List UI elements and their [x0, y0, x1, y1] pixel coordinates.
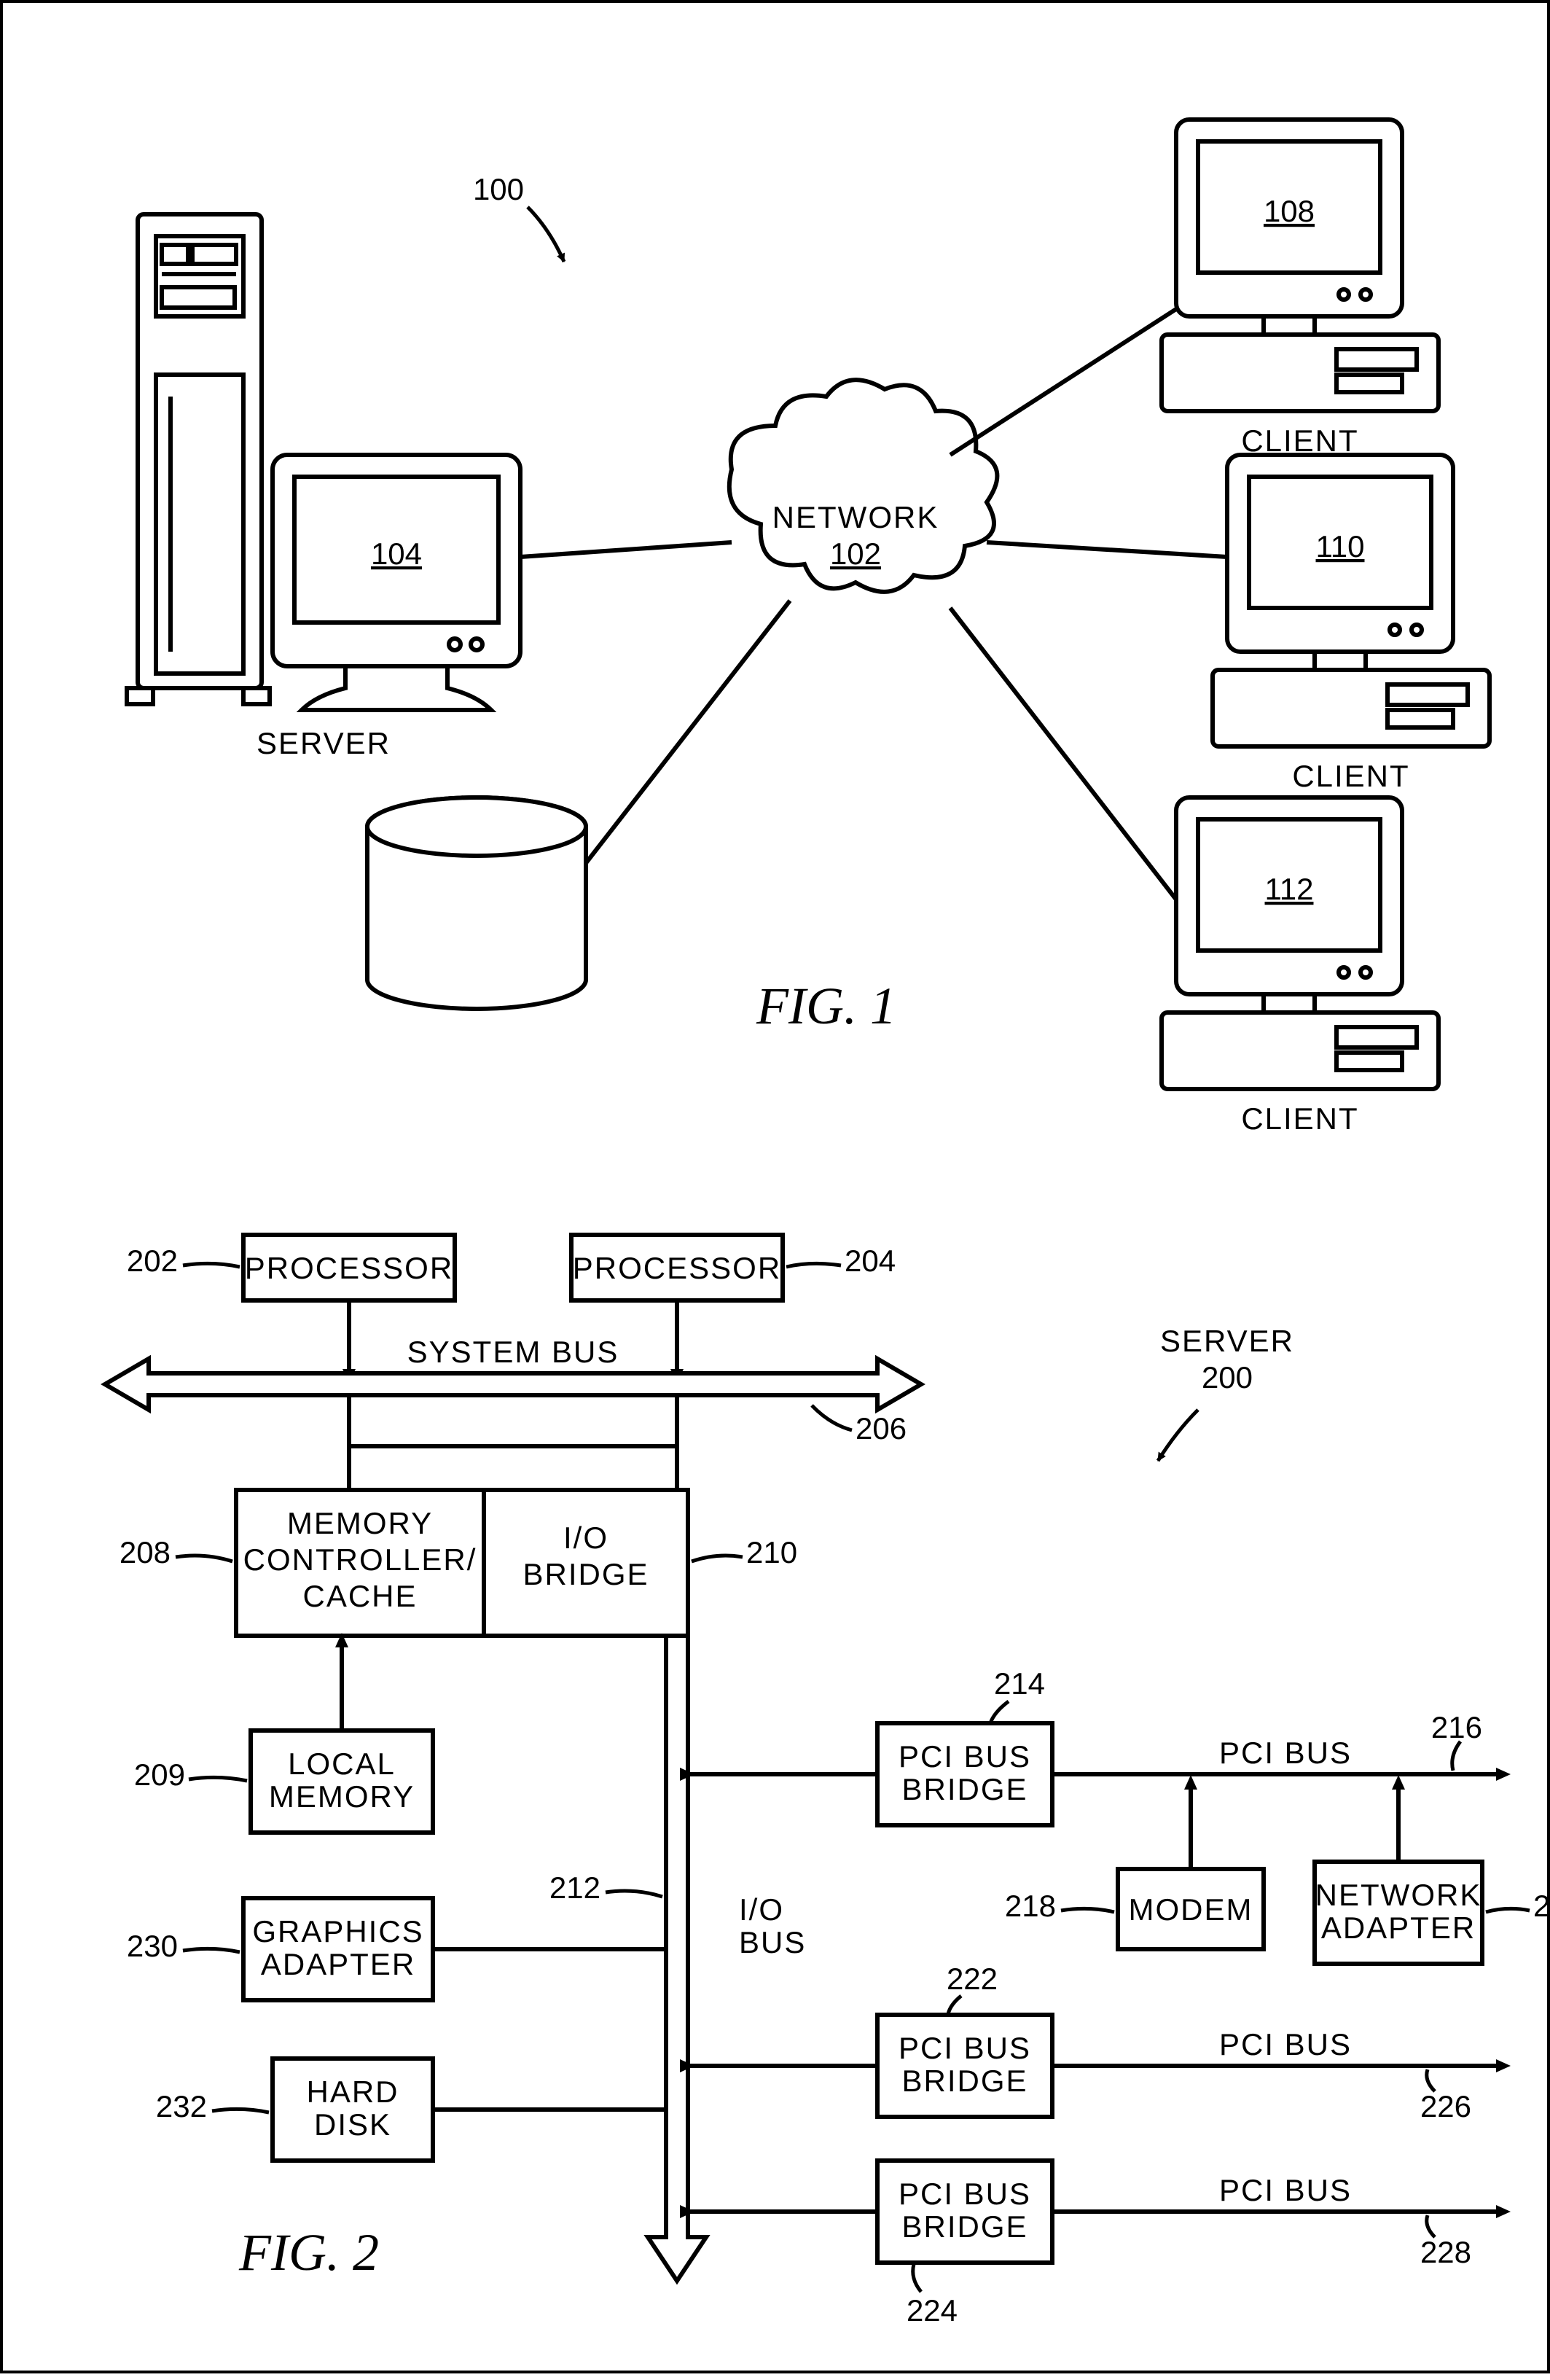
harddisk-ref: 232: [156, 2089, 207, 2123]
client-110-label: CLIENT: [1292, 759, 1409, 793]
page: 100 104 SERVER NETWORK 102 STORAGE 106: [0, 0, 1550, 2373]
memctrl-label-l1: MEMORY: [287, 1506, 433, 1540]
client-110-icon: [1213, 455, 1490, 746]
client-110-ref: 110: [1316, 529, 1365, 563]
pcibus3-ref: 228: [1420, 2235, 1471, 2269]
memctrl-label-l3: CACHE: [302, 1579, 417, 1613]
leader-228: [1427, 2215, 1435, 2237]
leader-209: [189, 1777, 247, 1781]
pci1-ref: 214: [994, 1666, 1045, 1701]
fig1-ref-overall: 100: [473, 172, 524, 206]
leader-210: [692, 1556, 743, 1561]
pci2-ref: 222: [947, 1962, 998, 1996]
system-bus: SYSTEM BUS 206: [105, 1335, 921, 1445]
netadapter-l2: ADAPTER: [1321, 1911, 1476, 1945]
leader-214: [990, 1701, 1009, 1723]
netadapter-ref: 220: [1533, 1889, 1550, 1923]
pci1-l2: BRIDGE: [901, 1772, 1028, 1806]
pcibus1-label: PCI BUS: [1219, 1736, 1352, 1770]
storage-label: STORAGE: [397, 886, 557, 921]
pci3-ref: 224: [907, 2293, 958, 2328]
io-bus-l2: BUS: [739, 1925, 806, 1959]
client-108-icon: [1162, 120, 1439, 411]
io-bus: I/O BUS 212: [549, 1636, 806, 2281]
network-label: NETWORK: [772, 500, 939, 534]
leader-216: [1452, 1741, 1460, 1771]
client-112-icon: [1162, 797, 1439, 1089]
client-108-label: CLIENT: [1241, 424, 1358, 458]
storage-ref: 106: [451, 923, 502, 957]
processor-2-label: PROCESSOR: [573, 1251, 781, 1285]
fig2-title: FIG. 2: [238, 2223, 379, 2282]
pcibus2-label: PCI BUS: [1219, 2027, 1352, 2061]
modem-label: MODEM: [1129, 1892, 1253, 1927]
processor-1-label: PROCESSOR: [245, 1251, 453, 1285]
leader-218: [1061, 1908, 1114, 1912]
client-112-label: CLIENT: [1241, 1101, 1358, 1136]
graphics-l2: ADAPTER: [261, 1947, 415, 1981]
harddisk-l2: DISK: [314, 2107, 391, 2142]
leader-232: [212, 2109, 269, 2112]
iobridge-ref: 210: [746, 1535, 797, 1569]
server-monitor-icon: [273, 455, 520, 710]
leader-224: [913, 2264, 921, 2292]
server200-ref: 200: [1202, 1360, 1253, 1394]
leader-226: [1427, 2069, 1435, 2091]
leader-202: [183, 1263, 240, 1267]
processor-2-ref: 204: [845, 1244, 896, 1278]
server200-label: SERVER: [1160, 1324, 1294, 1358]
iobridge-label-l1: I/O: [563, 1521, 608, 1555]
system-bus-ref: 206: [856, 1411, 907, 1445]
netadapter-l1: NETWORK: [1315, 1878, 1482, 1912]
pcibus1-ref: 216: [1431, 1710, 1482, 1744]
network-cloud-icon: NETWORK 102: [729, 380, 998, 592]
server-tower-icon: [127, 214, 270, 704]
io-bus-l1: I/O: [739, 1892, 784, 1927]
leader-230: [183, 1948, 240, 1952]
leader-208: [176, 1556, 232, 1561]
harddisk-l1: HARD: [306, 2075, 399, 2109]
server-label: SERVER: [257, 726, 391, 760]
pci2-l1: PCI BUS: [899, 2031, 1031, 2065]
client-108-ref: 108: [1264, 194, 1315, 228]
figure-2: SERVER 200 PROCESSOR 202 PROCESSOR 204 S…: [105, 1235, 1550, 2328]
pcibus3-label: PCI BUS: [1219, 2173, 1352, 2207]
fig1-title: FIG. 1: [756, 977, 896, 1035]
graphics-ref: 230: [127, 1929, 178, 1963]
leader-220: [1486, 1908, 1530, 1912]
pci2-l2: BRIDGE: [901, 2064, 1028, 2098]
leader-222: [948, 1996, 961, 2014]
leader-200: [1158, 1410, 1198, 1461]
diagram-svg: 100 104 SERVER NETWORK 102 STORAGE 106: [3, 3, 1550, 2376]
localmem-ref: 209: [134, 1757, 185, 1792]
graphics-l1: GRAPHICS: [252, 1914, 423, 1948]
leader-212: [606, 1891, 662, 1897]
storage-icon: STORAGE 106: [367, 797, 586, 1009]
leader-100: [528, 207, 564, 262]
leader-206: [812, 1405, 852, 1430]
io-bus-ref: 212: [549, 1870, 600, 1905]
leader-204: [786, 1263, 841, 1267]
memctrl-label-l2: CONTROLLER/: [243, 1542, 477, 1577]
figure-1: 100 104 SERVER NETWORK 102 STORAGE 106: [127, 120, 1490, 1136]
modem-ref: 218: [1005, 1889, 1056, 1923]
server-ref: 104: [371, 537, 422, 571]
pci3-l2: BRIDGE: [901, 2209, 1028, 2244]
system-bus-label: SYSTEM BUS: [407, 1335, 619, 1369]
client-112-ref: 112: [1265, 872, 1314, 906]
iobridge-label-l2: BRIDGE: [522, 1557, 649, 1591]
processor-1-ref: 202: [127, 1244, 178, 1278]
pcibus2-ref: 226: [1420, 2089, 1471, 2123]
memctrl-ref: 208: [120, 1535, 171, 1569]
localmem-label-l2: MEMORY: [269, 1779, 415, 1814]
network-ref: 102: [830, 537, 881, 571]
pci1-l1: PCI BUS: [899, 1739, 1031, 1774]
pci3-l1: PCI BUS: [899, 2177, 1031, 2211]
localmem-label-l1: LOCAL: [288, 1747, 396, 1781]
